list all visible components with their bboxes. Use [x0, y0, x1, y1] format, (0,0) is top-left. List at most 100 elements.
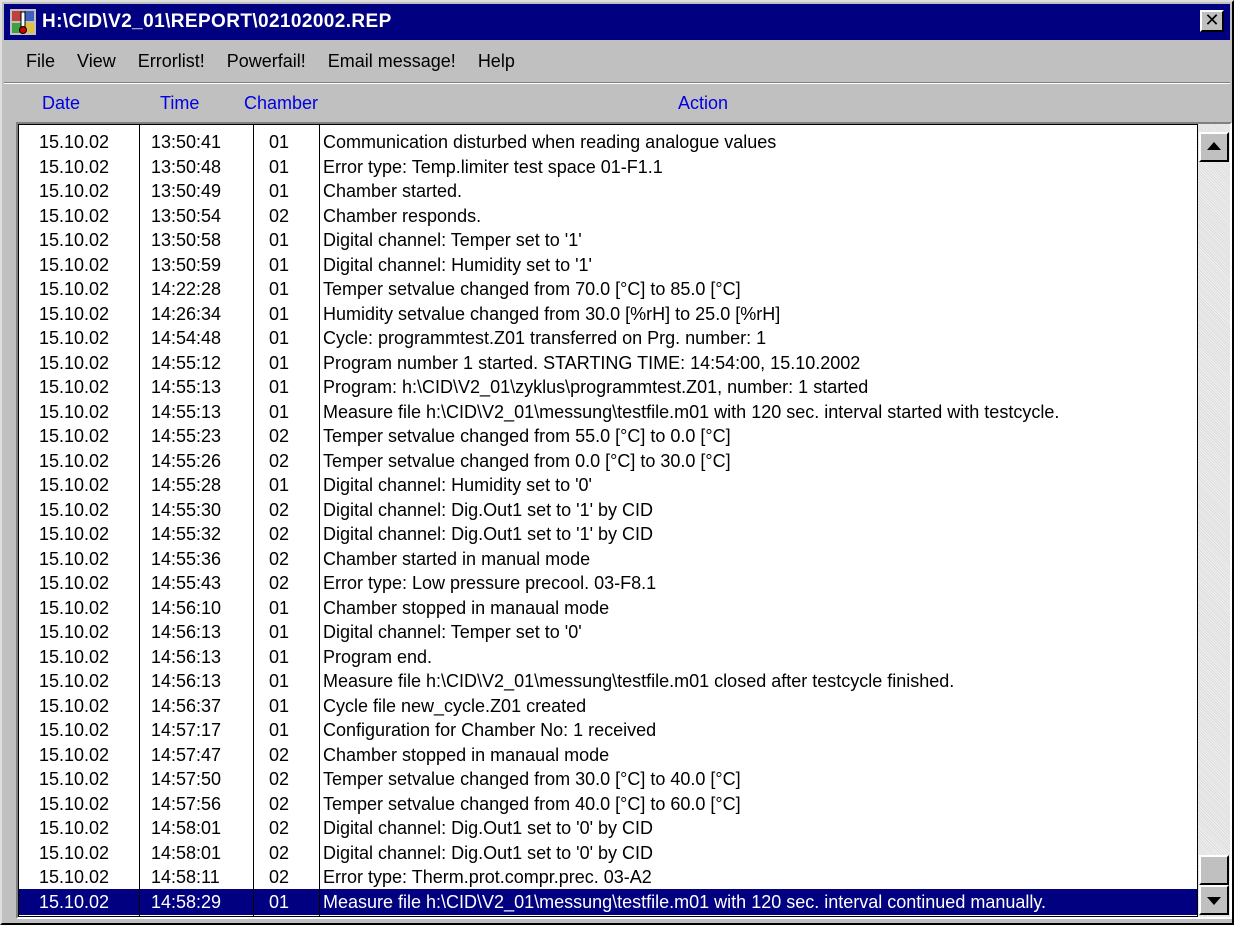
table-row[interactable]: 15.10.02 14:55:30 02 Digital channel: Dig.O…: [19, 497, 1197, 523]
thermometer-app-icon[interactable]: [10, 9, 36, 35]
column-headers: Date Time Chamber Action: [2, 90, 1232, 118]
cell-action: Temper setvalue changed from 55.0 [°C] t…: [323, 426, 731, 446]
cell-time: 13:50:59: [151, 254, 222, 275]
cell-action: Temper setvalue changed from 70.0 [°C] t…: [323, 279, 741, 299]
table-row[interactable]: 15.10.02 14:22:28 01 Temper setvalue change…: [19, 276, 1197, 302]
table-row[interactable]: 15.10.02 14:55:23 02 Temper setvalue change…: [19, 423, 1197, 449]
table-row[interactable]: 15.10.02 13:50:41 01 Communication disturbe…: [19, 129, 1197, 155]
table-row[interactable]: 15.10.02 13:50:49 01 Chamber started.: [19, 178, 1197, 204]
table-row[interactable]: 15.10.02 14:56:37 01 Cycle file new_cycle.Z…: [19, 693, 1197, 719]
table-row[interactable]: 15.10.02 14:57:17 01 Configuration for Cham…: [19, 717, 1197, 743]
cell-time: 13:50:54: [151, 205, 222, 226]
arrow-down-icon: [1207, 897, 1221, 905]
cell-time: 14:58:01: [151, 818, 222, 838]
table-row[interactable]: 15.10.02 14:55:32 02 Digital channel: Dig.O…: [19, 521, 1197, 547]
cell-time: 14:57:17: [151, 720, 222, 740]
cell-chamber: 01: [269, 132, 290, 152]
column-header-date[interactable]: Date: [42, 93, 80, 114]
menu-errorlist[interactable]: Errorlist!: [138, 51, 205, 72]
cell-time: 14:54:48: [151, 328, 222, 348]
table-row[interactable]: 15.10.02 14:56:13 01 Digital channel: Tempe…: [19, 619, 1197, 645]
table-row[interactable]: 15.10.02 14:58:11 02 Error type: Therm.prot…: [19, 864, 1197, 890]
vertical-scrollbar[interactable]: [1198, 124, 1230, 917]
title-bar[interactable]: H:\CID\V2_01\REPORT\02102002.REP ✕: [4, 4, 1230, 40]
cell-time: 14:56:10: [151, 597, 222, 618]
table-row[interactable]: 15.10.02 14:55:12 01 Program number 1 start…: [19, 350, 1197, 376]
cell-action: Chamber started in manual mode: [323, 548, 591, 569]
table-row[interactable]: 15.10.02 14:56:13 01 Program end.: [19, 644, 1197, 670]
cell-chamber: 01: [269, 695, 290, 716]
cell-date: 15.10.02: [39, 450, 110, 471]
cell-chamber: 01: [269, 279, 290, 299]
cell-action: Cycle file new_cycle.Z01 created: [323, 695, 587, 716]
scroll-thumb[interactable]: [1199, 855, 1229, 885]
cell-date: 15.10.02: [39, 744, 110, 765]
cell-action: Measure file h:\CID\V2_01\messung\testfi…: [323, 671, 955, 691]
table-row[interactable]: 15.10.02 14:55:36 02 Chamber started in man…: [19, 546, 1197, 572]
cell-chamber: 01: [269, 622, 290, 642]
cell-chamber: 01: [269, 720, 290, 740]
table-row[interactable]: 15.10.02 14:54:48 01 Cycle: programmtest.Z0…: [19, 325, 1197, 351]
menu-email-message[interactable]: Email message!: [328, 51, 456, 72]
table-row[interactable]: 15.10.02 13:50:48 01 Error type: Temp.limit…: [19, 154, 1197, 180]
cell-action: Digital channel: Dig.Out1 set to '0' by …: [323, 818, 654, 838]
cell-chamber: 01: [269, 646, 290, 667]
column-header-action[interactable]: Action: [678, 93, 728, 114]
table-row[interactable]: 15.10.02 14:58:01 02 Digital channel: Dig.O…: [19, 840, 1197, 866]
menu-file[interactable]: File: [26, 51, 55, 72]
table-row[interactable]: 15.10.02 14:57:50 02 Temper setvalue change…: [19, 766, 1197, 792]
table-row[interactable]: 15.10.02 14:56:13 01 Measure file h:\CID\V2…: [19, 668, 1197, 694]
table-row[interactable]: 15.10.02 13:50:59 01 Digital channel: Humid…: [19, 252, 1197, 278]
cell-date: 15.10.02: [39, 793, 110, 814]
table-row[interactable]: 15.10.02 13:50:54 02 Chamber responds.: [19, 203, 1197, 229]
table-row[interactable]: 15.10.02 14:55:43 02 Error type: Low pressu…: [19, 570, 1197, 596]
cell-time: 13:50:41: [151, 132, 222, 152]
cell-date: 15.10.02: [39, 597, 110, 618]
column-header-chamber[interactable]: Chamber: [244, 93, 318, 114]
table-row[interactable]: 15.10.02 14:57:47 02 Chamber stopped in man…: [19, 742, 1197, 768]
table-row-selected[interactable]: 15.10.02 14:58:29 01 Measure file h:\CID\V2…: [19, 888, 1197, 915]
log-list-body: 15.10.02 14:58:29 01 Measure file h:\CID\V2…: [18, 124, 1198, 917]
cell-chamber: 01: [269, 328, 290, 348]
log-list[interactable]: 15.10.02 14:58:29 01 Measure file h:\CID\V2…: [16, 122, 1232, 919]
table-row[interactable]: 15.10.02 14:56:10 01 Chamber stopped in man…: [19, 595, 1197, 621]
cell-time: 14:58:29: [151, 891, 222, 912]
menu-view[interactable]: View: [77, 51, 116, 72]
scroll-down-button[interactable]: [1199, 885, 1229, 915]
table-row[interactable]: 15.10.02 14:55:28 01 Digital channel: Humid…: [19, 472, 1197, 498]
column-divider: [319, 125, 320, 916]
cell-chamber: 02: [269, 524, 290, 544]
cell-time: 14:56:13: [151, 646, 222, 667]
cell-date: 15.10.02: [39, 548, 110, 569]
cell-date: 15.10.02: [39, 426, 110, 446]
table-row[interactable]: 15.10.02 13:50:58 01 Digital channel: Tempe…: [19, 227, 1197, 253]
cell-time: 14:55:26: [151, 450, 222, 471]
cell-date: 15.10.02: [39, 646, 110, 667]
cell-action: Error type: Low pressure precool. 03-F8.…: [323, 573, 657, 593]
column-header-time[interactable]: Time: [160, 93, 199, 114]
table-row[interactable]: 15.10.02 14:55:13 01 Measure file h:\CID\V2…: [19, 399, 1197, 425]
table-row[interactable]: 15.10.02 14:26:34 01 Humidity setvalue chan…: [19, 301, 1197, 327]
cell-time: 14:57:50: [151, 769, 222, 789]
menu-help[interactable]: Help: [478, 51, 515, 72]
cell-chamber: 02: [269, 867, 290, 887]
cell-chamber: 02: [269, 573, 290, 593]
menu-powerfail[interactable]: Powerfail!: [227, 51, 306, 72]
cell-time: 14:55:13: [151, 401, 222, 422]
cell-action: Chamber stopped in manaual mode: [323, 597, 610, 618]
cell-date: 15.10.02: [39, 254, 110, 275]
cell-date: 15.10.02: [39, 499, 110, 520]
table-row[interactable]: 15.10.02 14:55:13 01 Program: h:\CID\V2_01\…: [19, 374, 1197, 400]
table-row[interactable]: 15.10.02 14:55:26 02 Temper setvalue change…: [19, 448, 1197, 474]
cell-action: Error type: Temp.limiter test space 01-F…: [323, 156, 663, 177]
close-button[interactable]: ✕: [1200, 10, 1224, 32]
cell-date: 15.10.02: [39, 230, 110, 250]
cell-chamber: 02: [269, 205, 290, 226]
table-row[interactable]: 15.10.02 14:57:56 02 Temper setvalue change…: [19, 791, 1197, 817]
menu-divider: [4, 82, 1230, 84]
scroll-up-button[interactable]: [1199, 132, 1229, 162]
cell-date: 15.10.02: [39, 524, 110, 544]
cell-chamber: 02: [269, 499, 290, 520]
cell-action: Digital channel: Dig.Out1 set to '1' by …: [323, 499, 654, 520]
table-row[interactable]: 15.10.02 14:58:01 02 Digital channel: Dig.O…: [19, 815, 1197, 841]
